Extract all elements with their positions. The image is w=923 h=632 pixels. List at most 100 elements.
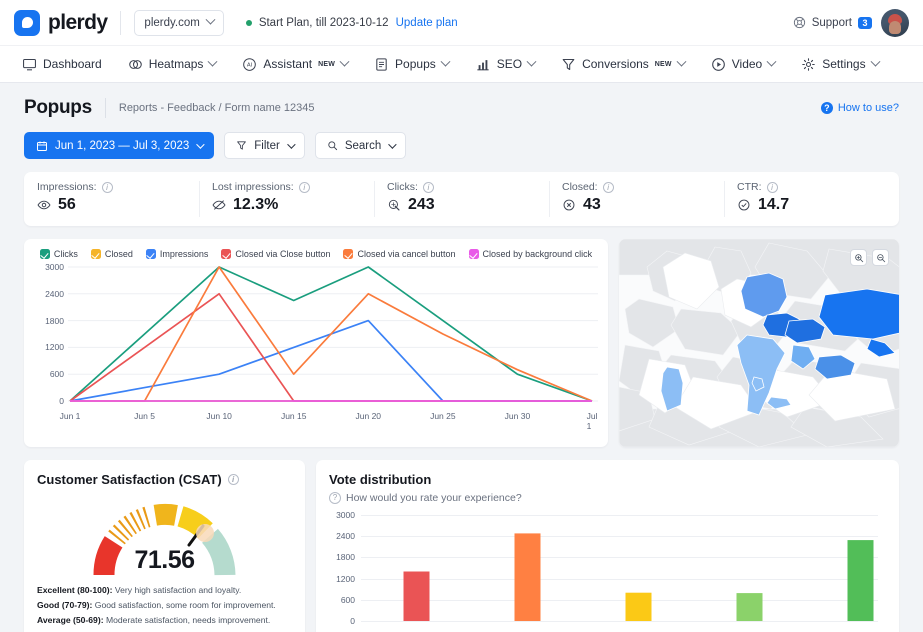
x-axis-tick: Jun 15: [281, 411, 307, 421]
how-to-use-link[interactable]: ? How to use?: [821, 102, 899, 114]
kpi-value-row: 12.3%: [212, 196, 374, 214]
map-zoom-in-button[interactable]: [850, 249, 867, 266]
kpi-impressions: Impressions: i 56: [24, 172, 199, 226]
bar[interactable]: [404, 572, 430, 622]
search-button[interactable]: Search: [315, 132, 406, 159]
support-badge: 3: [858, 17, 872, 29]
map-region-hungary: [785, 319, 825, 343]
csat-legend-text: Good satisfaction, some room for improve…: [92, 600, 275, 610]
chevron-down-icon: [196, 140, 204, 148]
legend-label: Clicks: [54, 249, 78, 259]
y-axis-tick: 600: [50, 369, 64, 379]
map-zoom-controls: [850, 249, 889, 266]
legend-checkbox-icon[interactable]: [221, 249, 231, 259]
map-region-ukraine: [819, 289, 899, 339]
bar[interactable]: [626, 593, 652, 621]
nav-item-conversions[interactable]: Conversions NEW: [561, 57, 685, 72]
info-icon[interactable]: i: [299, 182, 310, 193]
kpi-label-row: Clicks: i: [387, 181, 549, 193]
divider: [105, 98, 106, 118]
kpi-value: 14.7: [758, 196, 789, 214]
x-axis-labels: Jun 1Jun 5Jun 10Jun 15Jun 20Jun 25Jun 30…: [68, 411, 592, 425]
kpi-label-row: Impressions: i: [37, 181, 199, 193]
nav-label: SEO: [497, 57, 522, 71]
charts-row: Clicks Closed Impressions Closed via Close …: [24, 239, 899, 447]
bar-y-axis-tick: 0: [350, 616, 355, 626]
info-icon[interactable]: i: [228, 474, 239, 485]
kpi-value-row: 56: [37, 196, 199, 214]
nav-item-heatmaps[interactable]: Heatmaps: [128, 57, 217, 72]
monitor-icon: [22, 57, 37, 72]
nav-item-video[interactable]: Video: [711, 57, 775, 72]
toolbar: Jun 1, 2023 — Jul 3, 2023 Filter Search: [24, 132, 899, 159]
map-zoom-out-button[interactable]: [872, 249, 889, 266]
update-plan-link[interactable]: Update plan: [396, 17, 458, 29]
legend-item[interactable]: Closed via cancel button: [343, 249, 455, 259]
europe-choropleth-map[interactable]: [619, 239, 899, 447]
date-range-button[interactable]: Jun 1, 2023 — Jul 3, 2023: [24, 132, 214, 159]
nav-item-assistant[interactable]: AI Assistant NEW: [242, 57, 348, 72]
vote-title: Vote distribution: [329, 472, 886, 487]
legend-label: Closed: [105, 249, 133, 259]
bar-y-axis-tick: 1200: [336, 574, 355, 584]
chart-legend: Clicks Closed Impressions Closed via Close …: [34, 249, 598, 259]
question-mark-icon[interactable]: ?: [329, 492, 341, 504]
legend-checkbox-icon[interactable]: [343, 249, 353, 259]
svg-text:AI: AI: [247, 62, 253, 68]
site-selector[interactable]: plerdy.com: [134, 10, 223, 36]
vote-subtitle: How would you rate your experience?: [346, 492, 522, 504]
bottom-row: Customer Satisfaction (CSAT) i 71.56 Exc…: [24, 460, 899, 632]
legend-checkbox-icon[interactable]: [146, 249, 156, 259]
legend-checkbox-icon[interactable]: [469, 249, 479, 259]
bar[interactable]: [848, 540, 874, 621]
legend-checkbox-icon[interactable]: [91, 249, 101, 259]
circle-x-icon: [562, 198, 576, 212]
legend-item[interactable]: Clicks: [40, 249, 78, 259]
filter-button[interactable]: Filter: [224, 132, 305, 159]
legend-item[interactable]: Closed: [91, 249, 133, 259]
csat-gauge: 71.56: [37, 493, 292, 577]
y-axis-tick: 1200: [45, 342, 64, 352]
brand-logo[interactable]: plerdy: [14, 10, 107, 36]
csat-legend-line: Good (70-79): Good satisfaction, some ro…: [37, 600, 292, 610]
csat-legend-line: Excellent (80-100): Very high satisfacti…: [37, 585, 292, 595]
support-button[interactable]: Support 3: [793, 16, 872, 29]
bar[interactable]: [515, 533, 541, 621]
question-mark-icon: ?: [821, 102, 833, 114]
x-axis-tick: Jun 1: [60, 411, 81, 421]
kpi-label-row: CTR: i: [737, 181, 899, 193]
line-chart-svg: [68, 265, 598, 411]
y-axis-labels: 06001200180024003000: [34, 265, 68, 405]
info-icon[interactable]: i: [603, 182, 614, 193]
info-icon[interactable]: i: [767, 182, 778, 193]
csat-title-row: Customer Satisfaction (CSAT) i: [37, 472, 292, 487]
y-axis-tick: 3000: [45, 262, 64, 272]
info-icon[interactable]: i: [102, 182, 113, 193]
nav-item-dashboard[interactable]: Dashboard: [22, 57, 102, 72]
chevron-down-icon: [208, 56, 218, 66]
csat-legend-range: Average (50-69):: [37, 615, 104, 625]
legend-item[interactable]: Closed via Close button: [221, 249, 330, 259]
kpi-closed: Closed: i 43: [549, 172, 724, 226]
legend-item[interactable]: Impressions: [146, 249, 209, 259]
nav-item-seo[interactable]: SEO: [475, 57, 535, 72]
bar[interactable]: [737, 593, 763, 621]
nav-label: Popups: [395, 57, 436, 71]
search-icon: [327, 140, 338, 151]
x-axis-tick: Jul 1: [587, 411, 598, 431]
csat-value: 71.56: [37, 546, 292, 575]
legend-checkbox-icon[interactable]: [40, 249, 50, 259]
nav-item-popups[interactable]: Popups: [374, 57, 449, 72]
kpi-ctr: CTR: i 14.7: [724, 172, 899, 226]
kpi-label: Impressions:: [37, 181, 97, 193]
nav-item-settings[interactable]: Settings: [801, 57, 878, 72]
kpi-value: 12.3%: [233, 196, 278, 214]
popup-activity-line-chart: Clicks Closed Impressions Closed via Close …: [24, 239, 608, 447]
x-axis-tick: Jun 5: [134, 411, 155, 421]
click-icon: [387, 198, 401, 212]
info-icon[interactable]: i: [423, 182, 434, 193]
legend-item[interactable]: Closed by background click: [469, 249, 593, 259]
avatar[interactable]: [881, 9, 909, 37]
kpi-value-row: 243: [387, 196, 549, 214]
kpi-label: Clicks:: [387, 181, 418, 193]
